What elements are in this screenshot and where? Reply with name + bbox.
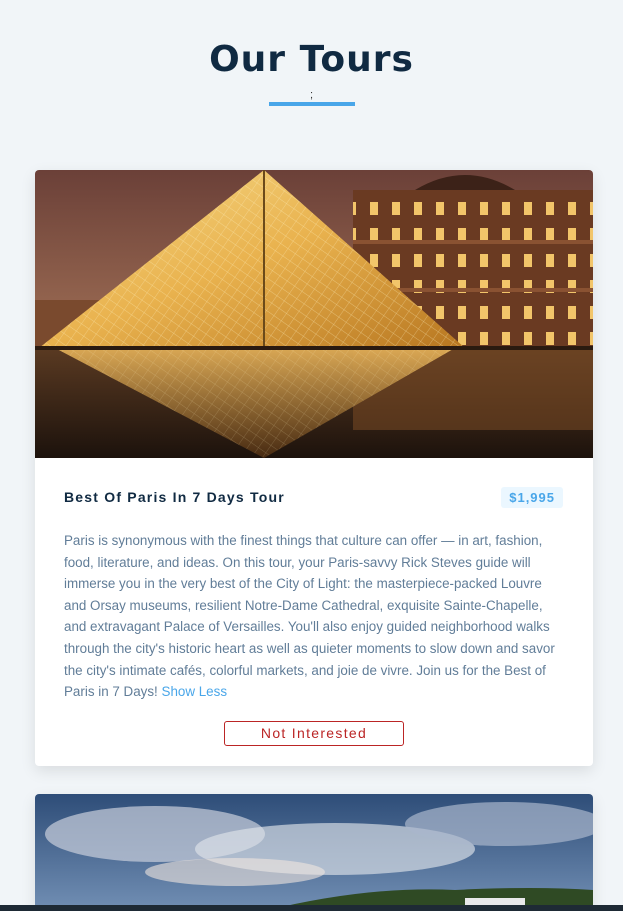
page-title: Our Tours xyxy=(209,39,414,80)
tour-header: Best Of Paris In 7 Days Tour $1,995 xyxy=(64,486,564,508)
tour-description: Paris is synonymous with the finest thin… xyxy=(64,530,564,703)
stray-character: ; xyxy=(309,89,314,101)
tour-price-badge: $1,995 xyxy=(501,486,563,508)
not-interested-button[interactable]: Not Interested xyxy=(224,720,404,746)
card-actions: Not Interested xyxy=(64,720,564,746)
tour-name: Best Of Paris In 7 Days Tour xyxy=(64,489,285,505)
tour-description-text: Paris is synonymous with the finest thin… xyxy=(64,533,555,700)
tour-image-louvre xyxy=(35,170,593,458)
show-less-button[interactable]: Show Less xyxy=(162,684,228,699)
tour-info: Best Of Paris In 7 Days Tour $1,995 Pari… xyxy=(35,458,593,766)
tour-card: Best Of Paris In 7 Days Tour $1,995 Pari… xyxy=(35,170,593,766)
section-title: Our Tours ; xyxy=(0,0,623,106)
tour-card xyxy=(35,794,593,911)
bottom-bar xyxy=(0,905,623,911)
tours-page: Our Tours ; Best Of Paris In 7 Days Tour… xyxy=(0,0,623,911)
title-underline xyxy=(268,102,355,106)
tour-image-landscape xyxy=(35,794,593,911)
